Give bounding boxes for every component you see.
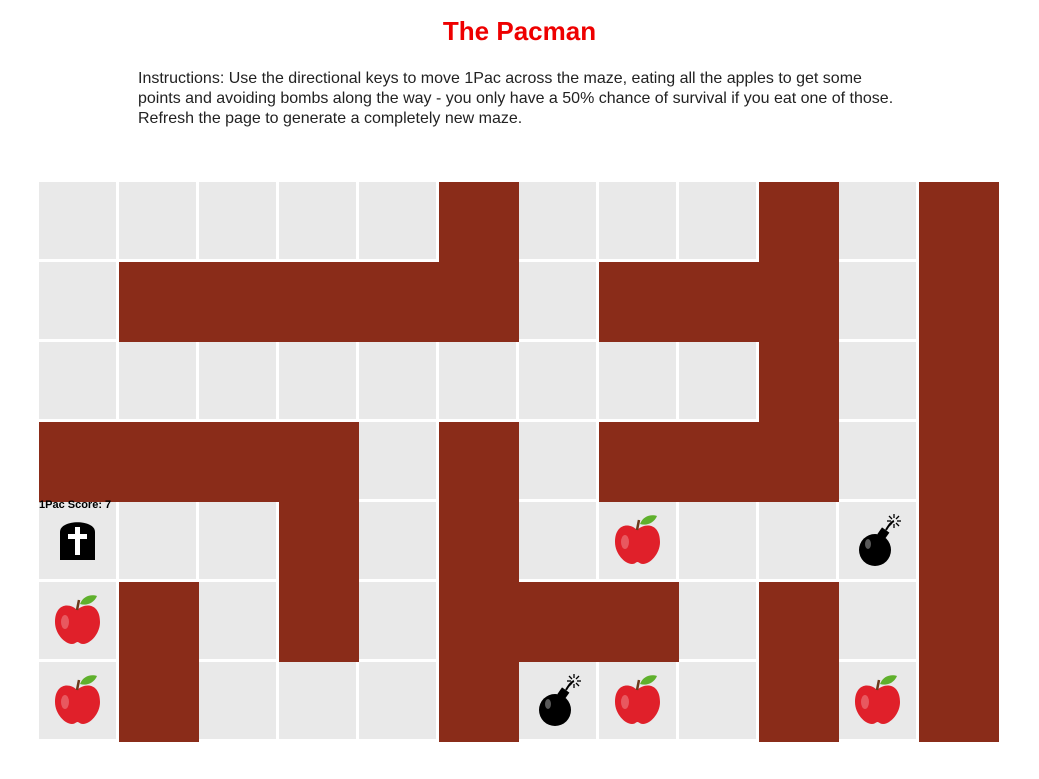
brick-wall-tile	[279, 582, 359, 662]
floor-tile	[39, 182, 116, 259]
floor-tile	[119, 342, 196, 419]
floor-tile	[199, 582, 276, 659]
bomb-icon	[539, 674, 581, 726]
floor-tile	[679, 662, 756, 739]
floor-tile	[359, 182, 436, 259]
brick-wall-tile	[279, 262, 359, 342]
maze-board[interactable]: 1Pac Score: 7	[39, 182, 999, 742]
floor-tile	[199, 182, 276, 259]
floor-tile	[599, 342, 676, 419]
brick-wall-tile	[679, 262, 759, 342]
floor-tile	[359, 422, 436, 499]
floor-tile	[839, 262, 916, 339]
brick-wall-tile	[919, 182, 999, 262]
brick-wall-tile	[919, 582, 999, 662]
brick-wall-tile	[919, 342, 999, 422]
instructions-text: Instructions: Use the directional keys t…	[138, 70, 894, 127]
floor-tile	[599, 182, 676, 259]
floor-tile	[519, 182, 596, 259]
floor-tile	[599, 502, 676, 579]
floor-tile	[519, 502, 596, 579]
page-title: The Pacman	[442, 16, 597, 46]
apple-icon	[615, 675, 660, 724]
floor-tile	[199, 502, 276, 579]
floor-tile: 1Pac Score: 7	[39, 499, 116, 579]
brick-wall-tile	[439, 262, 519, 342]
floor-tile	[839, 182, 916, 259]
floor-tile	[359, 582, 436, 659]
brick-wall-tile	[119, 422, 199, 502]
apple-icon	[855, 675, 900, 724]
floor-tile	[39, 662, 116, 739]
apple-icon	[55, 595, 100, 644]
floor-tile	[679, 342, 756, 419]
brick-wall-tile	[439, 182, 519, 262]
floor-tile	[39, 342, 116, 419]
floor-tile	[279, 662, 356, 739]
floor-tile	[279, 342, 356, 419]
apple-icon	[55, 675, 100, 724]
brick-wall-tile	[759, 182, 839, 262]
brick-wall-tile	[119, 662, 199, 742]
bomb-icon	[859, 514, 901, 566]
brick-wall-tile	[919, 262, 999, 342]
brick-wall-tile	[919, 662, 999, 742]
brick-wall-tile	[759, 262, 839, 342]
brick-wall-tile	[759, 342, 839, 422]
brick-wall-tile	[439, 582, 519, 662]
brick-wall-tile	[599, 582, 679, 662]
floor-tile	[519, 262, 596, 339]
floor-tile	[39, 582, 116, 659]
brick-wall-tile	[39, 422, 119, 502]
floor-tile	[39, 262, 116, 339]
floor-tile	[679, 582, 756, 659]
floor-tile	[759, 502, 836, 579]
brick-wall-tile	[439, 422, 519, 502]
brick-wall-tile	[439, 502, 519, 582]
floor-tile	[679, 502, 756, 579]
tombstone-icon	[60, 522, 95, 560]
floor-tile	[599, 662, 676, 739]
brick-wall-tile	[359, 262, 439, 342]
brick-wall-tile	[919, 422, 999, 502]
brick-wall-tile	[279, 502, 359, 582]
floor-tile	[839, 422, 916, 499]
floor-tile	[519, 422, 596, 499]
floor-tile	[359, 502, 436, 579]
floor-tile	[279, 182, 356, 259]
brick-wall-tile	[119, 262, 199, 342]
floor-tile	[839, 502, 916, 579]
floor-tile	[359, 662, 436, 739]
apple-icon	[615, 515, 660, 564]
floor-tile	[839, 582, 916, 659]
brick-wall-tile	[759, 422, 839, 502]
floor-tile	[839, 662, 916, 739]
floor-tile	[199, 662, 276, 739]
brick-wall-tile	[519, 582, 599, 662]
brick-wall-tile	[119, 582, 199, 662]
brick-wall-tile	[759, 662, 839, 742]
floor-tile	[119, 182, 196, 259]
floor-tile	[519, 342, 596, 419]
brick-wall-tile	[599, 262, 679, 342]
floor-tile	[359, 342, 436, 419]
brick-wall-tile	[679, 422, 759, 502]
brick-wall-tile	[279, 422, 359, 502]
player-score-label: 1Pac Score: 7	[39, 499, 112, 511]
floor-tile	[679, 182, 756, 259]
brick-wall-tile	[199, 262, 279, 342]
brick-wall-tile	[439, 662, 519, 742]
floor-tile	[119, 502, 196, 579]
brick-wall-tile	[599, 422, 679, 502]
floor-tile	[839, 342, 916, 419]
brick-wall-tile	[199, 422, 279, 502]
brick-wall-tile	[919, 502, 999, 582]
floor-tile	[519, 662, 596, 739]
floor-tile	[439, 342, 516, 419]
brick-wall-tile	[759, 582, 839, 662]
floor-tile	[199, 342, 276, 419]
